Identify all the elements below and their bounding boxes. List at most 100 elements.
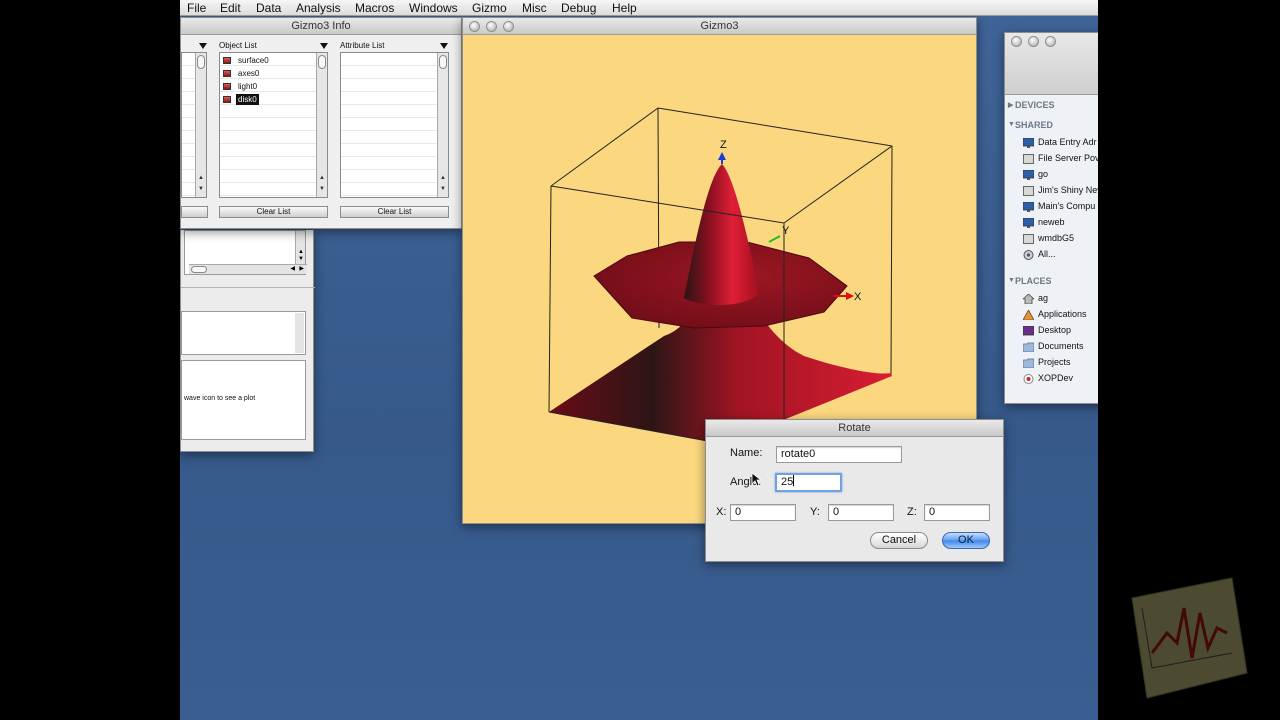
menu-file[interactable]: File — [187, 1, 206, 15]
preview-vscroll[interactable]: ▲ ▼ — [295, 231, 305, 265]
name-field[interactable]: rotate0 — [776, 446, 902, 463]
desktop: File Edit Data Analysis Macros Windows G… — [180, 0, 1098, 720]
section-heading: PLACES — [1015, 276, 1052, 286]
attribute-list-menu-icon[interactable] — [440, 43, 448, 49]
divider — [181, 287, 315, 288]
menu-debug[interactable]: Debug — [561, 1, 596, 15]
menu-analysis[interactable]: Analysis — [296, 1, 341, 15]
sidebar-section-devices[interactable]: ▶ DEVICES — [1008, 100, 1055, 110]
object-list-item[interactable]: axes0 — [223, 68, 261, 79]
menu-help[interactable]: Help — [612, 1, 637, 15]
object-list-item-selected[interactable]: disk0 — [223, 94, 259, 105]
scroll-down-arrow-icon[interactable]: ▼ — [298, 256, 304, 262]
rotate-dialog: Rotate Name: rotate0 Angle: 25 X: 0 Y: 0… — [705, 419, 1004, 562]
y-label: Y: — [810, 506, 820, 518]
rotate-titlebar[interactable]: Rotate — [706, 420, 1003, 437]
desktop-icon — [1023, 326, 1034, 336]
gizmo3-info-window: Gizmo3 Info ▲ ▼ Object List surface0 axe… — [180, 17, 462, 229]
close-window-button[interactable] — [1011, 36, 1022, 47]
home-icon — [1023, 294, 1034, 304]
menu-gizmo[interactable]: Gizmo — [472, 1, 507, 15]
sidebar-item-label: All... — [1038, 249, 1056, 259]
axes-object-icon — [223, 70, 231, 77]
scroll-left-arrow-icon[interactable]: ◀ — [290, 265, 295, 272]
light-object-icon — [223, 83, 231, 90]
sidebar-item-label: Desktop — [1038, 325, 1072, 335]
sidebar-item-label: Documents — [1038, 341, 1084, 351]
scroll-up-arrow-icon[interactable]: ▲ — [298, 249, 304, 255]
text-cursor — [793, 475, 795, 486]
scroll-thumb[interactable] — [439, 55, 447, 69]
info-titlebar[interactable]: Gizmo3 Info — [181, 18, 461, 35]
rotate-dialog-title: Rotate — [838, 422, 871, 434]
menu-bar: File Edit Data Analysis Macros Windows G… — [180, 0, 1098, 16]
scroll-down-arrow-icon[interactable]: ▼ — [319, 186, 325, 192]
preview-list: ▲ ▼ ◀ ▶ — [184, 230, 307, 275]
scroll-thumb[interactable] — [197, 55, 205, 69]
display-clear-button[interactable] — [181, 206, 208, 218]
scroll-down-arrow-icon[interactable]: ▼ — [198, 186, 204, 192]
disclosure-triangle-icon[interactable]: ▼ — [1008, 277, 1015, 284]
angle-field[interactable]: 25 — [775, 473, 842, 492]
hscroll-thumb[interactable] — [191, 266, 207, 273]
scroll-up-arrow-icon[interactable]: ▲ — [198, 175, 204, 181]
clear-attribute-list-button[interactable]: Clear List — [340, 206, 449, 218]
info-window-title: Gizmo3 Info — [291, 20, 351, 32]
disclosure-triangle-icon[interactable]: ▼ — [1008, 121, 1015, 128]
display-icon — [1023, 202, 1034, 212]
display-list-scrollbar[interactable]: ▲ ▼ — [195, 53, 206, 197]
collapse-triangle-icon[interactable] — [199, 43, 207, 49]
sidebar-item-label: File Server Pov — [1038, 153, 1098, 163]
menu-misc[interactable]: Misc — [522, 1, 547, 15]
z-axis-arrowhead — [718, 152, 726, 160]
display-list[interactable]: ▲ ▼ — [181, 52, 207, 198]
mouse-pointer-icon — [751, 472, 763, 487]
gizmo-titlebar[interactable]: Gizmo3 — [463, 18, 976, 35]
scroll-thumb[interactable] — [318, 55, 326, 69]
server-icon — [1023, 234, 1034, 244]
object-list-item[interactable]: surface0 — [223, 55, 271, 66]
cancel-button[interactable]: Cancel — [870, 532, 928, 549]
z-field[interactable]: 0 — [924, 504, 990, 521]
y-field[interactable]: 0 — [828, 504, 894, 521]
attribute-list-scrollbar[interactable]: ▲ ▼ — [437, 53, 448, 197]
ok-button[interactable]: OK — [942, 532, 990, 549]
menu-windows[interactable]: Windows — [409, 1, 458, 15]
folder-icon — [1023, 358, 1034, 368]
info-vscroll[interactable] — [295, 313, 304, 353]
zoom-window-button[interactable] — [1045, 36, 1056, 47]
sidebar-item-label: go — [1038, 169, 1049, 179]
server-icon — [1023, 154, 1034, 164]
name-label: Name: — [730, 447, 763, 459]
surface-object-icon — [223, 57, 231, 64]
object-list-item[interactable]: light0 — [223, 81, 259, 92]
xop-icon — [1023, 374, 1034, 384]
x-axis-label: X — [854, 291, 862, 303]
object-list-scrollbar[interactable]: ▲ ▼ — [316, 53, 327, 197]
sidebar-item-label: XOPDev — [1038, 373, 1074, 383]
finder-toolbar[interactable] — [1005, 33, 1098, 95]
applications-icon — [1023, 310, 1034, 320]
disclosure-triangle-icon[interactable]: ▶ — [1008, 101, 1013, 109]
object-list-menu-icon[interactable] — [320, 43, 328, 49]
folder-icon — [1023, 342, 1034, 352]
object-list[interactable]: surface0 axes0 light0 disk0 ▲ ▼ — [219, 52, 328, 198]
minimize-window-button[interactable] — [1028, 36, 1039, 47]
sidebar-section-shared[interactable]: ▼ SHARED — [1008, 120, 1053, 130]
sidebar-section-places[interactable]: ▼ PLACES — [1008, 276, 1052, 286]
scroll-up-arrow-icon[interactable]: ▲ — [319, 175, 325, 181]
attribute-list[interactable]: ▲ ▼ — [340, 52, 449, 198]
menu-data[interactable]: Data — [256, 1, 281, 15]
display-icon — [1023, 218, 1034, 228]
y-axis-arrow — [768, 235, 781, 243]
scroll-up-arrow-icon[interactable]: ▲ — [440, 175, 446, 181]
x-field[interactable]: 0 — [730, 504, 796, 521]
preview-hscroll[interactable]: ◀ ▶ — [189, 264, 307, 274]
clear-object-list-button[interactable]: Clear List — [219, 206, 328, 218]
scroll-down-arrow-icon[interactable]: ▼ — [440, 186, 446, 192]
menu-macros[interactable]: Macros — [355, 1, 394, 15]
menu-edit[interactable]: Edit — [220, 1, 241, 15]
server-icon — [1023, 186, 1034, 196]
sidebar-item-label: Jim's Shiny Nev — [1038, 185, 1098, 195]
scroll-right-arrow-icon[interactable]: ▶ — [299, 265, 304, 272]
